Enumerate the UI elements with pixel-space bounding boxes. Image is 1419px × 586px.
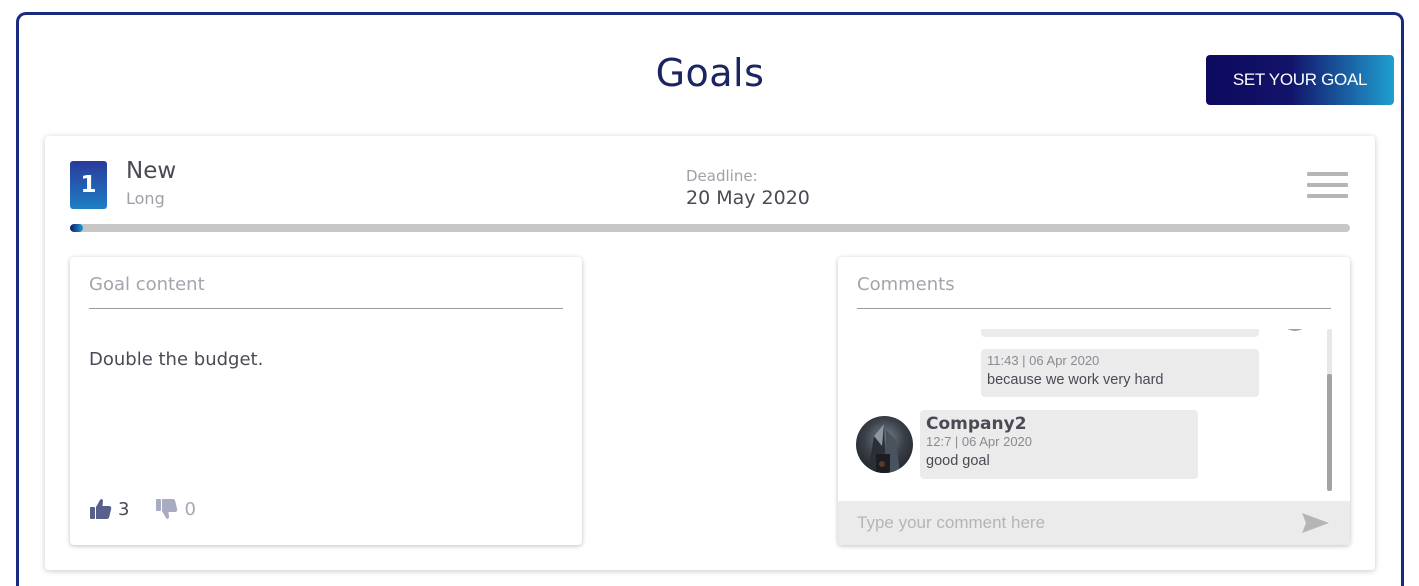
menu-icon[interactable] bbox=[1307, 172, 1348, 200]
comments-list: 11:43 | 06 Apr 2020 because we work very… bbox=[838, 329, 1350, 491]
goal-subtitle: Long bbox=[126, 189, 165, 208]
avatar-image bbox=[868, 424, 900, 473]
deadline-label: Deadline: bbox=[686, 167, 758, 185]
comment-compose-bar bbox=[838, 501, 1350, 545]
dislike-button[interactable]: 0 bbox=[155, 497, 196, 521]
set-goal-button[interactable]: SET YOUR GOAL bbox=[1206, 55, 1394, 105]
deadline-value: 20 May 2020 bbox=[686, 187, 810, 209]
goal-content-header: Goal content bbox=[89, 274, 563, 309]
goal-progress-bar bbox=[70, 224, 1350, 232]
comments-scrollbar-thumb[interactable] bbox=[1327, 374, 1332, 491]
page-title: Goals bbox=[655, 51, 765, 95]
comment-author: Company2 bbox=[926, 414, 1027, 434]
menu-icon-bar bbox=[1307, 183, 1348, 187]
comment-time: 11:43 | 06 Apr 2020 bbox=[987, 353, 1100, 368]
comments-header: Comments bbox=[857, 274, 1331, 309]
menu-icon-bar bbox=[1307, 194, 1348, 198]
vote-bar: 3 0 bbox=[89, 497, 222, 521]
comments-panel: Comments 11:43 | 06 Apr 2020 because we … bbox=[838, 257, 1350, 545]
like-count: 3 bbox=[118, 498, 130, 520]
goal-content-text: Double the budget. bbox=[89, 349, 264, 370]
dislike-count: 0 bbox=[184, 498, 196, 520]
goal-title: New bbox=[126, 158, 177, 184]
send-icon[interactable] bbox=[1302, 513, 1329, 533]
goal-content-panel: Goal content Double the budget. 3 0 bbox=[70, 257, 582, 545]
thumbs-up-icon bbox=[90, 499, 112, 519]
thumbs-down-icon bbox=[156, 499, 178, 519]
like-button[interactable]: 3 bbox=[89, 497, 129, 521]
menu-icon-bar bbox=[1307, 172, 1348, 176]
comment-time: 12:7 | 06 Apr 2020 bbox=[926, 434, 1033, 449]
comment-text: good goal bbox=[926, 453, 990, 469]
goal-number-badge: 1 bbox=[70, 161, 107, 209]
comment-item: 11:43 | 06 Apr 2020 because we work very… bbox=[981, 349, 1259, 397]
goal-card: 1 New Long Deadline: 20 May 2020 Goal co… bbox=[45, 136, 1375, 570]
comment-text: because we work very hard bbox=[987, 372, 1164, 388]
comment-bubble-partial bbox=[981, 329, 1259, 337]
comment-item: Company2 12:7 | 06 Apr 2020 good goal bbox=[920, 410, 1198, 479]
avatar bbox=[1281, 329, 1309, 331]
goal-progress-fill bbox=[70, 224, 83, 232]
avatar bbox=[856, 416, 913, 473]
comment-input[interactable] bbox=[838, 501, 1278, 545]
